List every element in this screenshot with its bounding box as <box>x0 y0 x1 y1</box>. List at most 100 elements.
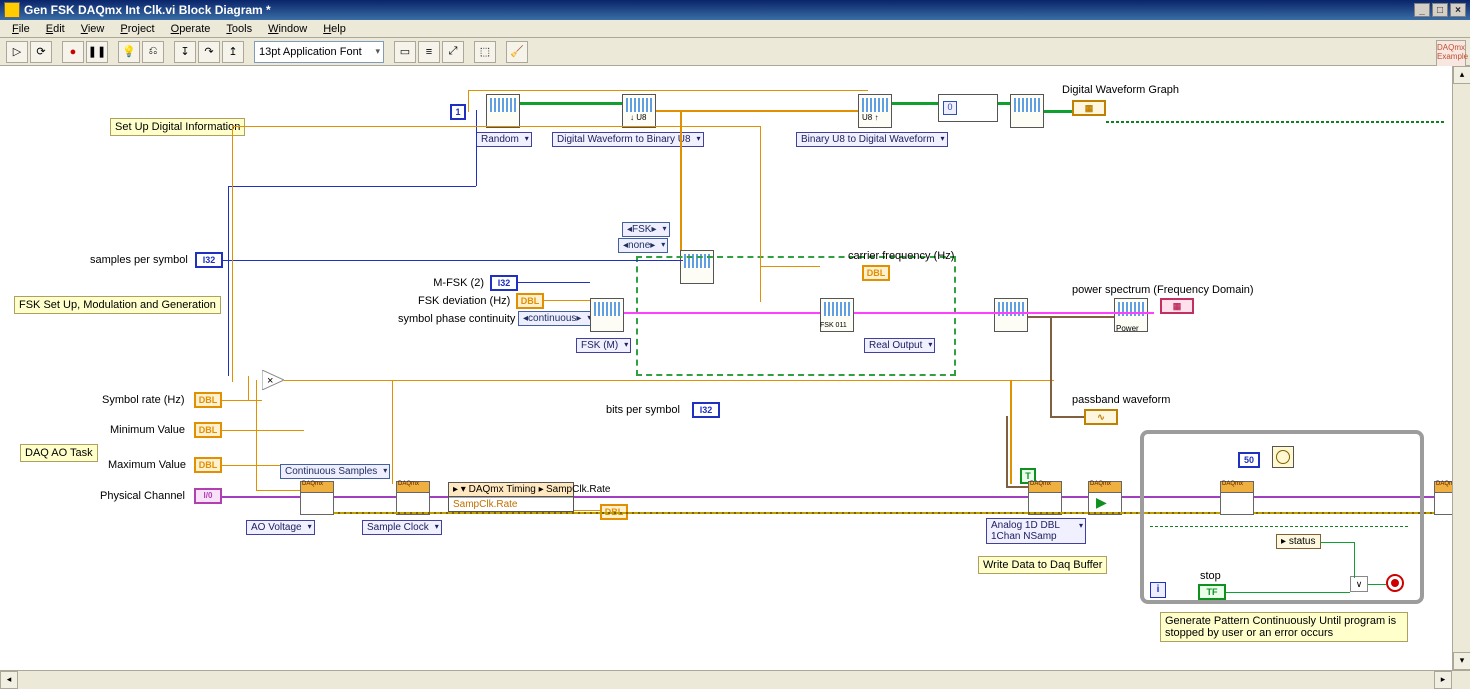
constant-wait-ms[interactable]: 50 <box>1238 452 1260 468</box>
wait-ms-node[interactable] <box>1272 446 1294 468</box>
label-passband: passband waveform <box>1072 394 1170 406</box>
poly-real-output[interactable]: Real Output <box>864 338 935 353</box>
wire-digital-1 <box>520 102 622 105</box>
constant-one[interactable]: 1 <box>450 104 466 120</box>
block-diagram-canvas[interactable]: Set Up Digital Information 1 Random ↓ U8… <box>0 66 1452 670</box>
reorder-button[interactable]: ⬚ <box>474 41 496 63</box>
iq-to-waveform-node[interactable] <box>994 298 1028 332</box>
retain-wire-button[interactable]: ⎌ <box>142 41 164 63</box>
indicator-bits-per-symbol[interactable]: I32 <box>692 402 720 418</box>
wire-wave-1 <box>1028 316 1114 318</box>
daqmx-write[interactable] <box>1028 481 1062 515</box>
indicator-digital-graph[interactable]: ▦ <box>1072 100 1106 116</box>
highlight-exec-button[interactable]: 💡 <box>118 41 140 63</box>
wire-rate-to-timing <box>392 380 393 484</box>
multiply-node[interactable]: × <box>262 370 284 390</box>
wire-mfsk <box>518 282 590 283</box>
window-title: Gen FSK DAQmx Int Clk.vi Block Diagram * <box>24 3 1412 17</box>
control-m-fsk[interactable]: I32 <box>490 275 518 291</box>
menu-view[interactable]: View <box>73 23 113 35</box>
close-button[interactable]: × <box>1450 3 1466 17</box>
menu-tools[interactable]: Tools <box>218 23 260 35</box>
or-node[interactable]: ∨ <box>1350 576 1368 592</box>
u8-to-dw-node[interactable] <box>858 94 892 128</box>
propnode-header: DAQmx Timing <box>469 484 536 495</box>
u8-badge-2: U8 ↑ <box>862 113 878 122</box>
wire-wave-down <box>1050 316 1052 416</box>
abort-button[interactable]: ● <box>62 41 84 63</box>
run-button[interactable]: ▷ <box>6 41 28 63</box>
indicator-power-spectrum[interactable]: ▦ <box>1160 298 1194 314</box>
wire-status-down <box>1354 542 1355 578</box>
wire-digital-2 <box>892 102 938 105</box>
menu-operate[interactable]: Operate <box>163 23 219 35</box>
wire-sps-top <box>228 186 476 187</box>
wire-digital-4 <box>1044 110 1072 113</box>
wire-u8-down <box>680 110 682 260</box>
maximize-button[interactable]: □ <box>1432 3 1448 17</box>
daqmx-is-done[interactable] <box>1220 481 1254 515</box>
menu-project[interactable]: Project <box>112 23 162 35</box>
ring-cont-samples[interactable]: Continuous Samples <box>280 464 390 479</box>
control-physical-channel[interactable]: I/0 <box>194 488 222 504</box>
step-into-button[interactable]: ↧ <box>174 41 196 63</box>
menu-file[interactable]: File <box>4 23 38 35</box>
menu-bar: File Edit View Project Operate Tools Win… <box>0 20 1470 38</box>
control-stop[interactable]: TF <box>1198 584 1226 600</box>
poly-ao-voltage[interactable]: AO Voltage <box>246 520 315 535</box>
poly-fsk-m[interactable]: FSK (M) <box>576 338 631 353</box>
loop-condition[interactable] <box>1386 574 1404 592</box>
ring-none[interactable]: ◂none▸ <box>618 238 668 253</box>
label-symbol-rate: Symbol rate (Hz) <box>102 394 185 406</box>
menu-window[interactable]: Window <box>260 23 315 35</box>
pause-button[interactable]: ❚❚ <box>86 41 108 63</box>
comment-write-buffer: Write Data to Daq Buffer <box>978 556 1107 574</box>
poly-random[interactable]: Random <box>476 132 532 147</box>
horizontal-scrollbar[interactable] <box>0 670 1470 688</box>
unbundle-status[interactable]: ▸ status <box>1276 534 1321 549</box>
label-phase-cont: symbol phase continuity <box>398 313 515 325</box>
poly-bu82dw[interactable]: Binary U8 to Digital Waveform <box>796 132 948 147</box>
wire-orange-long1 <box>232 126 466 127</box>
wire-rate-out <box>284 380 1054 381</box>
indicator-passband[interactable]: ∿ <box>1084 409 1118 425</box>
control-symbol-rate[interactable]: DBL <box>194 392 222 408</box>
control-carrier-freq[interactable]: DBL <box>862 265 890 281</box>
label-bits-per-symbol: bits per symbol <box>606 404 680 416</box>
dw-index-node[interactable]: 0 <box>938 94 998 122</box>
run-cont-button[interactable]: ⟳ <box>30 41 52 63</box>
daqmx-stop[interactable] <box>1434 481 1452 515</box>
step-out-button[interactable]: ↥ <box>222 41 244 63</box>
control-samples-per-symbol[interactable]: I32 <box>195 252 223 268</box>
wire-wave-to-write <box>1006 416 1008 486</box>
align-button[interactable]: ▭ <box>394 41 416 63</box>
minimize-button[interactable]: _ <box>1414 3 1430 17</box>
menu-help[interactable]: Help <box>315 23 354 35</box>
dw-to-u8-node[interactable] <box>622 94 656 128</box>
wire-orange-top <box>468 90 868 91</box>
cleanup-button[interactable]: 🧹 <box>506 41 528 63</box>
wire-sampclk <box>574 510 600 511</box>
daqmx-create-channel[interactable] <box>300 481 334 515</box>
daqmx-timing[interactable] <box>396 481 430 515</box>
poly-sample-clock[interactable]: Sample Clock <box>362 520 442 535</box>
vertical-scrollbar[interactable] <box>1452 66 1470 670</box>
to-digital-wave-node[interactable] <box>1010 94 1044 128</box>
poly-analog-write[interactable]: Analog 1D DBL 1Chan NSamp <box>986 518 1086 544</box>
distribute-button[interactable]: ≡ <box>418 41 440 63</box>
label-min-value: Minimum Value <box>110 424 185 436</box>
resize-button[interactable]: ⤢ <box>442 41 464 63</box>
ring-continuous[interactable]: ◂continuous▸ <box>518 311 594 326</box>
ring-fsk[interactable]: ◂FSK▸ <box>622 222 670 237</box>
generate-bits-node[interactable] <box>486 94 520 128</box>
font-selector[interactable]: 13pt Application Font <box>254 41 384 63</box>
step-over-button[interactable]: ↷ <box>198 41 220 63</box>
control-max-value[interactable]: DBL <box>194 457 222 473</box>
label-physical-channel: Physical Channel <box>100 490 185 502</box>
control-min-value[interactable]: DBL <box>194 422 222 438</box>
unbundle-status-label: status <box>1289 536 1316 547</box>
menu-edit[interactable]: Edit <box>38 23 73 35</box>
wire-pink-1 <box>624 312 820 314</box>
fsk-system-node[interactable] <box>590 298 624 332</box>
control-fsk-dev[interactable]: DBL <box>516 293 544 309</box>
